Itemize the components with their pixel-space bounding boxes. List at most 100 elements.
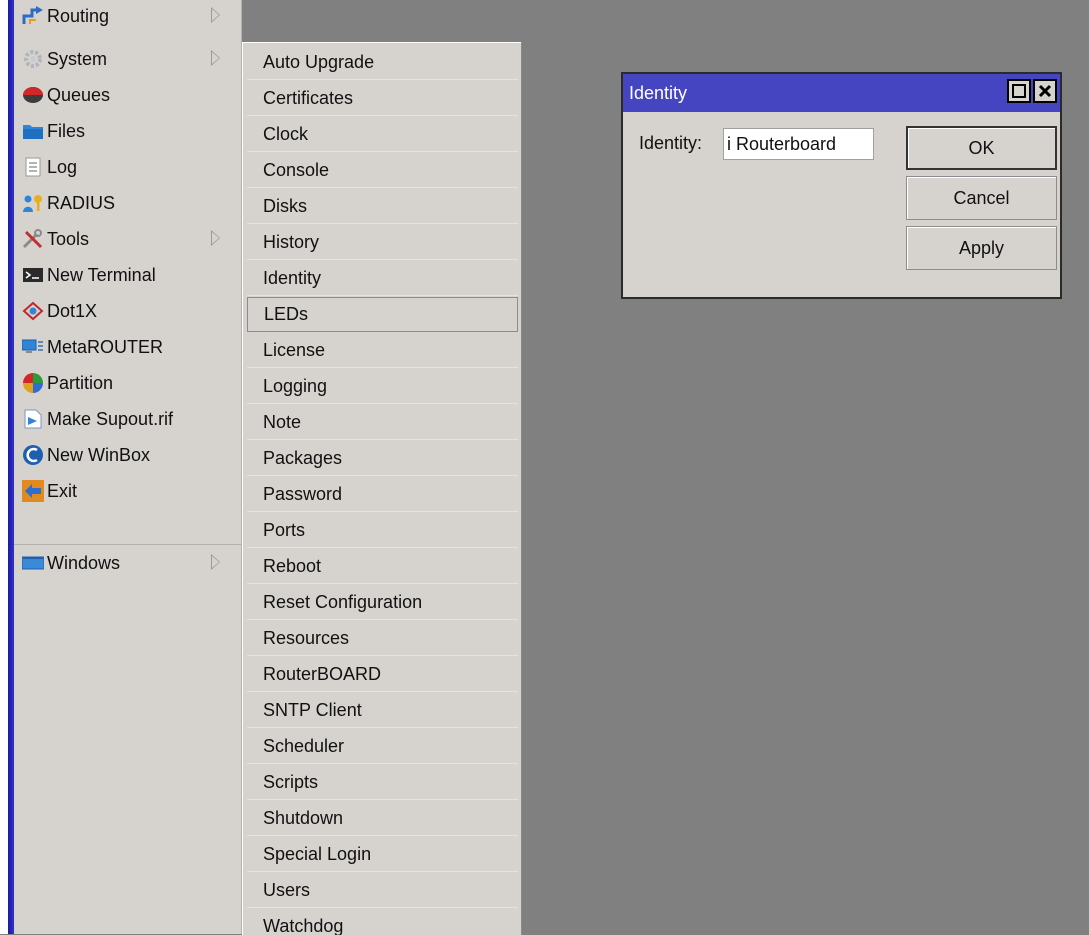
submenu-item-identity[interactable]: Identity [247,261,518,296]
submenu-item-label: Packages [263,448,342,469]
sidebar-item-dot1x[interactable]: Dot1X [14,293,241,328]
left-screen-edge [0,0,8,934]
sidebar-item-windows[interactable]: Windows [14,545,241,580]
sidebar-item-exit[interactable]: Exit [14,473,241,508]
submenu-item-auto-upgrade[interactable]: Auto Upgrade [247,45,518,80]
submenu-item-disks[interactable]: Disks [247,189,518,224]
identity-input[interactable] [723,128,874,160]
apply-button[interactable]: Apply [906,226,1057,270]
submenu-item-label: Console [263,160,329,181]
sidebar-item-label: Queues [47,86,110,104]
submenu-item-label: Certificates [263,88,353,109]
system-submenu: Auto Upgrade Certificates Clock Console Disk… [242,42,521,935]
sidebar-item-new-winbox[interactable]: New WinBox [14,437,241,472]
submenu-item-packages[interactable]: Packages [247,441,518,476]
radius-users-icon [22,192,44,214]
identity-dialog: Identity Identity: OK Cancel Apply [621,72,1062,299]
submenu-item-note[interactable]: Note [247,405,518,440]
submenu-item-label: Special Login [263,844,371,865]
submenu-item-label: Note [263,412,301,433]
windows-icon [22,552,44,574]
submenu-item-certificates[interactable]: Certificates [247,81,518,116]
submenu-item-special-login[interactable]: Special Login [247,837,518,872]
submenu-item-resources[interactable]: Resources [247,621,518,656]
ok-button[interactable]: OK [906,126,1057,170]
sidebar-item-label: Exit [47,482,77,500]
submenu-item-shutdown[interactable]: Shutdown [247,801,518,836]
sidebar-item-radius[interactable]: RADIUS [14,185,241,220]
submenu-item-password[interactable]: Password [247,477,518,512]
sidebar-item-label: Partition [47,374,113,392]
maximize-icon[interactable] [1007,79,1031,103]
submenu-item-label: Identity [263,268,321,289]
sidebar-item-tools[interactable]: Tools [14,221,241,256]
submenu-item-sntp-client[interactable]: SNTP Client [247,693,518,728]
sidebar-item-label: RADIUS [47,194,115,212]
sidebar-item-label: Routing [47,7,109,25]
submenu-arrow-icon [211,230,220,246]
sidebar-item-metarouter[interactable]: MetaROUTER [14,329,241,364]
submenu-arrow-icon [211,7,220,23]
submenu-item-label: Reset Configuration [263,592,422,613]
exit-icon [22,480,44,502]
sidebar-item-label: MetaROUTER [47,338,163,356]
sidebar-item-system[interactable]: System [14,41,241,76]
submenu-item-clock[interactable]: Clock [247,117,518,152]
submenu-item-watchdog[interactable]: Watchdog [247,909,518,935]
submenu-item-label: LEDs [264,304,308,325]
sidebar-item-partition[interactable]: Partition [14,365,241,400]
dot1x-icon [22,300,44,322]
identity-field-label: Identity: [639,133,702,154]
sidebar-item-label: Make Supout.rif [47,410,173,428]
queues-icon [22,84,44,106]
log-document-icon [22,156,44,178]
sidebar-item-label: Files [47,122,85,140]
sidebar-item-routing[interactable]: Routing [14,0,241,33]
submenu-item-logging[interactable]: Logging [247,369,518,404]
submenu-item-label: Scripts [263,772,318,793]
submenu-item-label: Logging [263,376,327,397]
supout-file-icon [22,408,44,430]
sidebar-item-label: System [47,50,107,68]
submenu-item-ports[interactable]: Ports [247,513,518,548]
terminal-icon [22,264,44,286]
partition-pie-icon [22,372,44,394]
submenu-item-label: History [263,232,319,253]
submenu-item-routerboard[interactable]: RouterBOARD [247,657,518,692]
submenu-item-label: Watchdog [263,916,343,935]
submenu-item-scheduler[interactable]: Scheduler [247,729,518,764]
submenu-item-console[interactable]: Console [247,153,518,188]
tools-icon [22,228,44,250]
close-icon[interactable] [1033,79,1057,103]
cancel-button[interactable]: Cancel [906,176,1057,220]
sidebar-item-queues[interactable]: Queues [14,77,241,112]
submenu-item-label: RouterBOARD [263,664,381,685]
sidebar-item-label: Log [47,158,77,176]
folder-icon [22,120,44,142]
submenu-arrow-icon [211,554,220,570]
sidebar-item-label: New Terminal [47,266,156,284]
sidebar-item-log[interactable]: Log [14,149,241,184]
sidebar-item-new-terminal[interactable]: New Terminal [14,257,241,292]
main-menu-sidebar: Routing System Queues Files Log RADIUS [14,0,242,934]
submenu-item-label: Scheduler [263,736,344,757]
submenu-item-license[interactable]: License [247,333,518,368]
dialog-titlebar[interactable]: Identity [623,74,1060,112]
dialog-title: Identity [629,83,687,104]
sidebar-item-files[interactable]: Files [14,113,241,148]
submenu-item-label: SNTP Client [263,700,362,721]
routing-icon [22,5,44,27]
sidebar-item-label: Tools [47,230,89,248]
submenu-item-scripts[interactable]: Scripts [247,765,518,800]
submenu-item-label: Users [263,880,310,901]
submenu-item-label: Resources [263,628,349,649]
submenu-item-reboot[interactable]: Reboot [247,549,518,584]
submenu-item-label: Shutdown [263,808,343,829]
submenu-item-leds[interactable]: LEDs [247,297,518,332]
submenu-item-history[interactable]: History [247,225,518,260]
submenu-item-reset-configuration[interactable]: Reset Configuration [247,585,518,620]
submenu-item-users[interactable]: Users [247,873,518,908]
system-gear-icon [22,48,44,70]
sidebar-item-make-supout[interactable]: Make Supout.rif [14,401,241,436]
sidebar-item-label: New WinBox [47,446,150,464]
